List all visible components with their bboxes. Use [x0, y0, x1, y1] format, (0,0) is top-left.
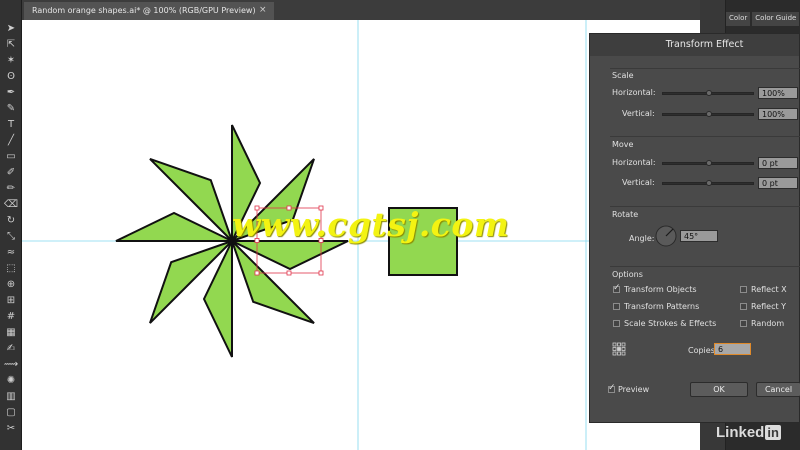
scale-vertical-label: Vertical: — [622, 109, 655, 118]
random-label: Random — [751, 319, 785, 328]
mesh-tool-icon[interactable]: # — [3, 310, 19, 324]
reflect-y-checkbox[interactable] — [740, 303, 747, 310]
transform-objects-checkbox[interactable] — [613, 283, 621, 293]
paintbrush-tool-icon[interactable]: ✐ — [3, 166, 19, 180]
line-tool-icon[interactable]: ╱ — [3, 134, 19, 148]
reference-point-icon[interactable] — [612, 342, 626, 356]
document-tab-title: Random orange shapes.ai* @ 100% (RGB/GPU… — [32, 6, 256, 15]
pen-tool-icon[interactable]: ✒ — [3, 86, 19, 100]
move-horizontal-slider[interactable] — [662, 160, 754, 166]
transform-patterns-label: Transform Patterns — [624, 302, 700, 311]
copies-label: Copies — [688, 346, 715, 355]
free-transform-tool-icon[interactable]: ⬚ — [3, 262, 19, 276]
transform-objects-label: Transform Objects — [624, 285, 697, 294]
angle-field[interactable]: 45° — [680, 230, 718, 242]
lasso-tool-icon[interactable]: ʘ — [3, 70, 19, 84]
preview-checkbox[interactable] — [608, 383, 616, 393]
eraser-tool-icon[interactable]: ⌫ — [3, 198, 19, 212]
slider-knob[interactable] — [706, 111, 712, 117]
rotate-tool-icon[interactable]: ↻ — [3, 214, 19, 228]
scale-strokes-checkbox[interactable] — [613, 320, 620, 327]
slider-knob[interactable] — [706, 180, 712, 186]
selection-tool-icon[interactable]: ➤ — [3, 22, 19, 36]
selection-handle[interactable] — [286, 270, 292, 276]
close-icon[interactable]: × — [259, 5, 267, 15]
tab-color[interactable]: Color — [726, 12, 751, 26]
move-horizontal-field[interactable]: 0 pt — [758, 157, 798, 169]
tools-panel: ➤ ⇱ ✶ ʘ ✒ ✎ T ╱ ▭ ✐ ✏ ⌫ ↻ ⤡ ≈ ⬚ ⊕ ⊞ # ▦ ✍ ⟿ ✺ ▥ ▢ ✂ — [0, 0, 22, 450]
scale-horizontal-label: Horizontal: — [612, 88, 656, 97]
reflect-x-checkbox[interactable] — [740, 286, 747, 293]
cancel-button[interactable]: Cancel — [756, 382, 800, 397]
width-tool-icon[interactable]: ≈ — [3, 246, 19, 260]
slider-knob[interactable] — [706, 160, 712, 166]
document-tab-bar: Random orange shapes.ai* @ 100% (RGB/GPU… — [22, 0, 700, 20]
gradient-tool-icon[interactable]: ▦ — [3, 326, 19, 340]
options-label: Options — [612, 270, 643, 279]
eyedropper-tool-icon[interactable]: ✍ — [3, 342, 19, 356]
scale-horizontal-slider[interactable] — [662, 90, 754, 96]
column-graph-tool-icon[interactable]: ▥ — [3, 390, 19, 404]
panel-tabs: Color Color Guide — [726, 12, 800, 26]
rectangle-tool-icon[interactable]: ▭ — [3, 150, 19, 164]
angle-dial-icon[interactable] — [654, 224, 678, 248]
document-tab[interactable]: Random orange shapes.ai* @ 100% (RGB/GPU… — [24, 2, 274, 20]
copies-field[interactable]: 6 — [714, 343, 751, 355]
random-checkbox[interactable] — [740, 320, 747, 327]
scale-strokes-label: Scale Strokes & Effects — [624, 319, 717, 328]
reflect-y-label: Reflect Y — [751, 302, 787, 311]
curvature-tool-icon[interactable]: ✎ — [3, 102, 19, 116]
linkedin-logo: Linked in — [716, 424, 781, 441]
rotate-label: Rotate — [612, 210, 639, 219]
blend-tool-icon[interactable]: ⟿ — [3, 358, 19, 372]
scale-tool-icon[interactable]: ⤡ — [3, 230, 19, 244]
scale-section — [610, 68, 800, 133]
angle-label: Angle: — [629, 234, 655, 243]
slider-knob[interactable] — [706, 90, 712, 96]
brand-in: in — [765, 425, 781, 440]
scale-label: Scale — [612, 71, 634, 80]
brand-text: Linked — [716, 424, 765, 441]
symbol-sprayer-tool-icon[interactable]: ✺ — [3, 374, 19, 388]
scale-vertical-slider[interactable] — [662, 111, 754, 117]
tab-color-guide[interactable]: Color Guide — [752, 12, 800, 26]
shape-builder-tool-icon[interactable]: ⊕ — [3, 278, 19, 292]
artboard-tool-icon[interactable]: ▢ — [3, 406, 19, 420]
move-label: Move — [612, 140, 634, 149]
move-horizontal-label: Horizontal: — [612, 158, 656, 167]
selection-handle[interactable] — [318, 270, 324, 276]
direct-selection-tool-icon[interactable]: ⇱ — [3, 38, 19, 52]
slice-tool-icon[interactable]: ✂ — [3, 422, 19, 436]
dialog-title: Transform Effect — [590, 34, 799, 56]
preview-label: Preview — [618, 385, 650, 394]
blob-brush-tool-icon[interactable]: ✏ — [3, 182, 19, 196]
transform-patterns-checkbox[interactable] — [613, 303, 620, 310]
move-vertical-field[interactable]: 0 pt — [758, 177, 798, 189]
ok-button[interactable]: OK — [690, 382, 748, 397]
perspective-grid-tool-icon[interactable]: ⊞ — [3, 294, 19, 308]
scale-horizontal-field[interactable]: 100% — [758, 87, 798, 99]
type-tool-icon[interactable]: T — [3, 118, 19, 132]
selection-handle[interactable] — [254, 270, 260, 276]
scale-vertical-field[interactable]: 100% — [758, 108, 798, 120]
magic-wand-tool-icon[interactable]: ✶ — [3, 54, 19, 68]
transform-effect-dialog: Transform Effect Scale Horizontal: 100% … — [589, 33, 800, 423]
move-vertical-label: Vertical: — [622, 178, 655, 187]
move-vertical-slider[interactable] — [662, 180, 754, 186]
watermark-text: www.cgtsj.com — [232, 205, 510, 244]
reflect-x-label: Reflect X — [751, 285, 787, 294]
